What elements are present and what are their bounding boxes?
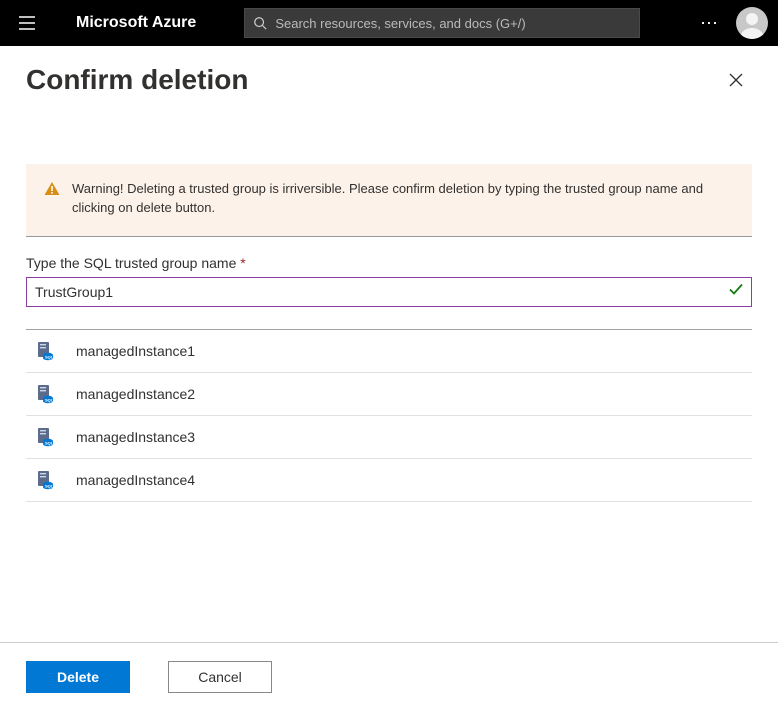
hamburger-icon [18,14,36,32]
svg-text:SQL: SQL [45,354,54,359]
close-button[interactable] [720,64,752,96]
global-search[interactable] [244,8,640,38]
footer: Delete Cancel [0,642,778,711]
panel-header: Confirm deletion [0,46,778,106]
validation-check-icon [728,281,744,302]
panel-title: Confirm deletion [26,64,248,96]
cancel-button[interactable]: Cancel [168,661,272,693]
warning-text: Warning! Deleting a trusted group is irr… [72,180,734,218]
sql-instance-icon: SQL [34,340,56,362]
instance-name: managedInstance4 [76,472,195,488]
more-button[interactable]: ⋯ [690,13,730,34]
field-label-text: Type the SQL trusted group name [26,255,236,271]
sql-instance-icon: SQL [34,426,56,448]
warning-icon [44,180,60,218]
group-name-input-wrap [26,277,752,307]
list-item: SQL managedInstance1 [26,330,752,373]
user-icon [736,7,768,39]
field-label: Type the SQL trusted group name * [26,255,752,271]
topbar: Microsoft Azure ⋯ [0,0,778,46]
warning-banner: Warning! Deleting a trusted group is irr… [26,164,752,237]
svg-text:SQL: SQL [45,440,54,445]
search-input[interactable] [267,16,631,31]
list-item: SQL managedInstance2 [26,373,752,416]
delete-button[interactable]: Delete [26,661,130,693]
close-icon [728,72,744,88]
sql-instance-icon: SQL [34,383,56,405]
user-avatar[interactable] [736,7,768,39]
list-item: SQL managedInstance4 [26,459,752,502]
svg-text:SQL: SQL [45,483,54,488]
sql-instance-icon: SQL [34,469,56,491]
instance-name: managedInstance2 [76,386,195,402]
brand-label: Microsoft Azure [54,14,206,32]
group-name-input[interactable] [26,277,752,307]
instance-list: SQL managedInstance1 SQL managedInstance… [26,329,752,502]
hamburger-menu-button[interactable] [10,6,44,40]
svg-text:SQL: SQL [45,397,54,402]
search-icon [253,16,267,30]
required-marker: * [240,255,245,271]
list-item: SQL managedInstance3 [26,416,752,459]
instance-name: managedInstance1 [76,343,195,359]
instance-name: managedInstance3 [76,429,195,445]
